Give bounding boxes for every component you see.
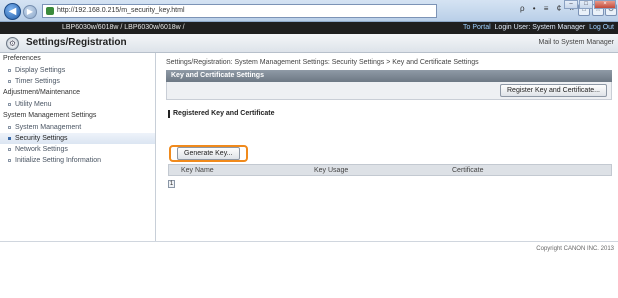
column-key-usage: Key Usage xyxy=(314,167,349,174)
browser-toolbar: ◀ ▶ http://192.168.0.215/m_security_key.… xyxy=(0,0,618,22)
address-url: http://192.168.0.215/m_security_key.html xyxy=(57,7,185,14)
register-key-button[interactable]: Register Key and Certificate... xyxy=(500,84,607,97)
printer-model: LBP6030w/6018w / LBP6030w/6018w / xyxy=(62,24,185,31)
logout-link[interactable]: Log Out xyxy=(589,24,614,31)
sidebar: Preferences Display Settings Timer Setti… xyxy=(0,53,156,241)
copyright-text: Copyright CANON INC. 2013 xyxy=(536,246,614,252)
key-table-header: Key Name Key Usage Certificate xyxy=(168,164,612,176)
address-bar[interactable]: http://192.168.0.215/m_security_key.html xyxy=(42,4,437,18)
sidebar-section-preferences[interactable]: Preferences xyxy=(0,53,155,65)
sidebar-item-label: System Management xyxy=(15,124,82,131)
sidebar-item-security-settings[interactable]: Security Settings xyxy=(0,133,155,144)
maximize-button[interactable]: □ xyxy=(579,0,593,9)
sidebar-item-network-settings[interactable]: Network Settings xyxy=(0,144,155,155)
user-links: To Portal Login User: System Manager Log… xyxy=(463,22,614,34)
pager-button[interactable]: 1 xyxy=(168,180,175,188)
page-titlebar: ⚙ Settings/Registration Mail to System M… xyxy=(0,34,618,53)
page-title: Settings/Registration xyxy=(26,37,127,48)
mail-system-manager-link[interactable]: Mail to System Manager xyxy=(539,39,614,46)
sidebar-item-label: Timer Settings xyxy=(15,78,60,85)
window-controls: – □ × xyxy=(564,0,616,9)
section-header: Key and Certificate Settings xyxy=(166,70,612,82)
sidebar-item-timer-settings[interactable]: Timer Settings xyxy=(0,76,155,87)
minimize-button[interactable]: – xyxy=(564,0,578,9)
bullet-icon xyxy=(8,79,11,83)
close-button[interactable]: × xyxy=(594,0,616,9)
login-user: Login User: System Manager xyxy=(494,24,586,31)
bullet-icon xyxy=(8,147,11,151)
column-certificate: Certificate xyxy=(452,167,484,174)
sidebar-item-label: Network Settings xyxy=(15,146,68,153)
bullet-icon xyxy=(8,136,11,140)
settings-gear-icon: ⚙ xyxy=(6,37,19,50)
page-icon xyxy=(46,7,54,15)
section-toolbar: Register Key and Certificate... xyxy=(166,82,612,100)
sidebar-section-adjustment[interactable]: Adjustment/Maintenance xyxy=(0,87,155,99)
sidebar-section-system-management[interactable]: System Management Settings xyxy=(0,110,155,122)
sidebar-item-label: Security Settings xyxy=(15,135,68,142)
sidebar-item-label: Utility Menu xyxy=(15,101,52,108)
sidebar-item-display-settings[interactable]: Display Settings xyxy=(0,65,155,76)
portal-link[interactable]: To Portal xyxy=(463,24,491,31)
sidebar-item-utility-menu[interactable]: Utility Menu xyxy=(0,99,155,110)
generate-key-button[interactable]: Generate Key... xyxy=(177,147,240,160)
footer-divider xyxy=(0,241,618,242)
back-button[interactable]: ◀ xyxy=(4,3,21,20)
registered-keys-title: Registered Key and Certificate xyxy=(168,110,275,118)
sidebar-item-initialize-settings[interactable]: Initialize Setting Information xyxy=(0,155,155,166)
bullet-icon xyxy=(8,125,11,129)
column-key-name: Key Name xyxy=(181,167,214,174)
breadcrumb: Settings/Registration: System Management… xyxy=(166,59,479,66)
bullet-icon xyxy=(8,68,11,72)
bullet-icon xyxy=(8,158,11,162)
sidebar-item-system-management[interactable]: System Management xyxy=(0,122,155,133)
bullet-icon xyxy=(8,102,11,106)
sidebar-item-label: Display Settings xyxy=(15,67,66,74)
main-content: Settings/Registration: System Management… xyxy=(160,53,618,241)
printer-header: LBP6030w/6018w / LBP6030w/6018w / To Por… xyxy=(0,22,618,34)
sidebar-item-label: Initialize Setting Information xyxy=(15,157,101,164)
forward-button[interactable]: ▶ xyxy=(23,5,37,19)
